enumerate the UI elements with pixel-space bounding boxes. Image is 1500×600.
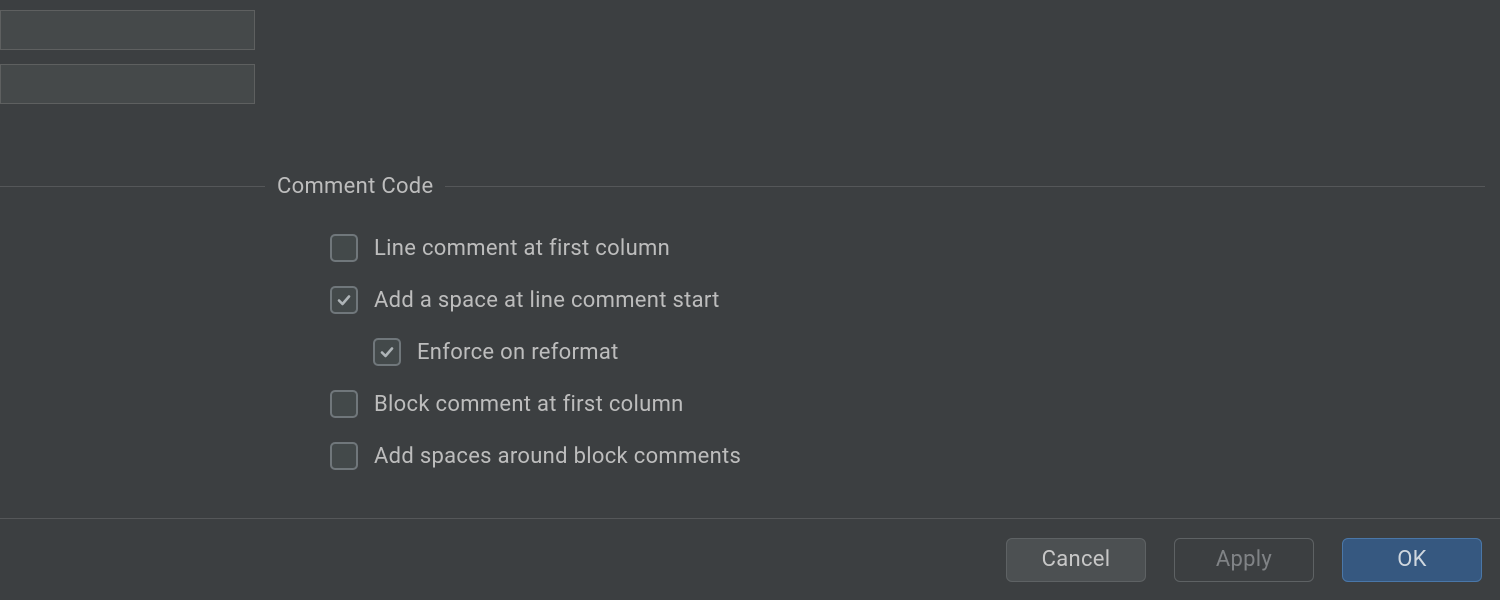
option-label: Line comment at first column [374,236,670,261]
option-label: Add a space at line comment start [374,288,720,313]
comment-code-options: Line comment at first column Add a space… [330,222,741,482]
apply-button[interactable]: Apply [1174,538,1314,582]
dialog-button-bar: Cancel Apply OK [0,518,1500,600]
option-block-comment-first-column[interactable]: Block comment at first column [330,378,741,430]
section-title: Comment Code [265,174,445,199]
text-field[interactable] [0,64,255,104]
option-label: Block comment at first column [374,392,684,417]
ok-button[interactable]: OK [1342,538,1482,582]
option-label: Add spaces around block comments [374,444,741,469]
check-icon [379,344,395,360]
divider [0,186,265,187]
checkbox[interactable] [330,442,358,470]
option-label: Enforce on reformat [417,340,619,365]
section-header-comment-code: Comment Code [0,174,1500,199]
checkbox[interactable] [330,390,358,418]
cancel-button[interactable]: Cancel [1006,538,1146,582]
checkbox[interactable] [330,234,358,262]
button-label: Apply [1216,547,1272,572]
option-spaces-around-block-comments[interactable]: Add spaces around block comments [330,430,741,482]
option-line-comment-first-column[interactable]: Line comment at first column [330,222,741,274]
cutoff-fields [0,10,255,118]
checkbox[interactable] [373,338,401,366]
button-label: OK [1397,547,1427,572]
check-icon [336,292,352,308]
option-enforce-on-reformat[interactable]: Enforce on reformat [373,326,741,378]
checkbox[interactable] [330,286,358,314]
divider [445,186,1485,187]
option-space-line-comment-start[interactable]: Add a space at line comment start [330,274,741,326]
button-label: Cancel [1042,547,1111,572]
text-field[interactable] [0,10,255,50]
